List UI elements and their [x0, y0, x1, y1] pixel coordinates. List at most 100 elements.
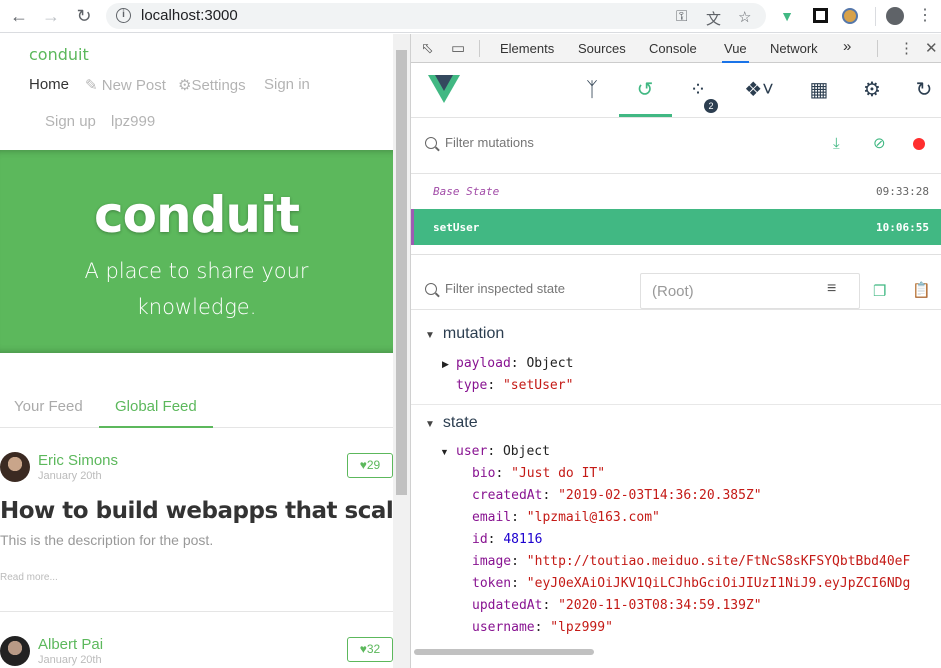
collapse-arrow-icon[interactable]: ▼ [440, 447, 449, 457]
nav-settings[interactable]: ⚙Settings [178, 76, 246, 94]
search-icon [425, 137, 437, 149]
filter-mutations-input[interactable] [445, 135, 745, 150]
inspect-element-icon[interactable]: ⬁ [421, 39, 434, 57]
mutation-name: setUser [433, 221, 480, 234]
forward-arrow-icon[interactable]: → [40, 5, 62, 27]
reload-icon[interactable]: ↻ [73, 5, 95, 27]
article-title[interactable]: How to build webapps that scale [0, 498, 393, 524]
app-viewport: conduit Home ✎ New Post ⚙Settings Sign i… [0, 34, 393, 668]
menu-dots-icon[interactable]: ⋮ [915, 6, 935, 26]
profile-avatar-icon[interactable] [885, 6, 905, 26]
horizontal-scrollbar[interactable] [414, 649, 594, 655]
browser-toolbar: ← → ↻ i localhost:3000 ⚿ 文 ☆ ▼ ⋮ [0, 0, 941, 33]
favorite-button[interactable]: ♥32 [347, 637, 393, 662]
tab-sources[interactable]: Sources [578, 41, 626, 56]
vue-logo-icon [428, 75, 460, 103]
refresh-icon[interactable]: ↻ [909, 77, 939, 103]
state-field-createdAt: createdAt: "2019-02-03T14:36:20.385Z" [472, 488, 762, 503]
nav-sign-up[interactable]: Sign up [45, 113, 96, 130]
devtools-panel: ⬁ ▭ Elements Sources Console Vue Network… [410, 34, 941, 668]
tab-elements[interactable]: Elements [500, 41, 554, 56]
article-divider [0, 611, 393, 612]
heart-icon: ♥ [359, 458, 367, 472]
extension-square-icon[interactable] [810, 6, 830, 26]
nav-sign-in[interactable]: Sign in [264, 76, 310, 93]
copy-icon[interactable]: ❐ [873, 282, 886, 300]
state-field-image: image: "http://toutiao.meiduo.site/FtNcS… [472, 554, 911, 569]
translate-icon[interactable]: 文 [706, 8, 721, 29]
edit-icon: ✎ [85, 77, 98, 94]
state-field-bio: bio: "Just do IT" [472, 466, 606, 481]
author-avatar[interactable] [0, 636, 30, 666]
type-entry: type: "setUser" [456, 378, 574, 393]
nav-home[interactable]: Home [29, 76, 69, 93]
expand-arrow-icon[interactable]: ▶ [442, 359, 449, 370]
state-field-token: token: "eyJ0eXAiOiJKV1QiLCJhbGciOiJIUzI1… [472, 576, 911, 591]
filter-lines-icon: ≡ [827, 280, 837, 297]
mutation-section-header[interactable]: ▼ mutation [425, 325, 504, 343]
gear-icon: ⚙ [178, 77, 192, 94]
banner-tagline: A place to share your knowledge. [84, 259, 309, 319]
settings-icon[interactable]: ⚙ [857, 77, 887, 103]
device-toolbar-icon[interactable]: ▭ [451, 39, 465, 57]
filter-state-input[interactable] [445, 281, 630, 296]
collapse-arrow-icon: ▼ [425, 330, 435, 341]
author-name[interactable]: Albert Pai [38, 636, 103, 653]
state-section-header[interactable]: ▼ state [425, 414, 478, 432]
vue-devtools-extension-icon[interactable]: ▼ [777, 6, 797, 26]
payload-entry[interactable]: payload: Object [456, 356, 573, 371]
mutation-row-selected[interactable]: setUser 10:06:55 [411, 209, 941, 245]
tab-console[interactable]: Console [649, 41, 697, 56]
mutation-time: 09:33:28 [876, 185, 929, 198]
state-field-updatedAt: updatedAt: "2020-11-03T08:34:59.139Z" [472, 598, 762, 613]
tab-global-feed[interactable]: Global Feed [99, 398, 213, 428]
root-select[interactable]: (Root) ≡ [640, 273, 860, 309]
devtools-menu-icon[interactable]: ⋮ [899, 39, 914, 57]
routing-dropdown-icon[interactable]: ❖˅ [736, 77, 782, 103]
performance-icon[interactable]: ▦ [804, 77, 834, 103]
toolbar-divider [875, 7, 876, 26]
heart-icon: ♥ [359, 642, 367, 656]
close-devtools-icon[interactable]: ✕ [925, 39, 938, 57]
extension-face-icon[interactable] [840, 6, 860, 26]
favorite-button[interactable]: ♥29 [347, 453, 393, 478]
article-description: This is the description for the post. [0, 532, 214, 548]
active-tab-indicator [619, 114, 672, 117]
star-icon[interactable]: ☆ [738, 8, 751, 26]
record-icon[interactable] [913, 138, 925, 150]
paste-icon[interactable]: 📋 [912, 281, 931, 299]
brand-logo[interactable]: conduit [29, 45, 89, 64]
download-icon[interactable]: ⤓ [833, 135, 840, 152]
nav-username[interactable]: lpz999 [111, 113, 155, 130]
mutation-filter-bar: ⤓ ⊘ [411, 118, 941, 174]
author-name[interactable]: Eric Simons [38, 452, 118, 469]
author-avatar[interactable] [0, 452, 30, 482]
state-field-username: username: "lpz999" [472, 620, 613, 635]
url-text[interactable]: localhost:3000 [141, 7, 238, 24]
vuex-history-icon[interactable]: ↺ [630, 77, 660, 103]
section-separator [411, 404, 941, 405]
key-icon[interactable]: ⚿ [676, 8, 687, 25]
clear-icon[interactable]: ⊘ [873, 134, 886, 152]
tab-your-feed[interactable]: Your Feed [14, 398, 83, 426]
info-icon[interactable]: i [116, 8, 131, 23]
back-arrow-icon[interactable]: ← [8, 5, 30, 27]
tab-vue[interactable]: Vue [722, 41, 749, 63]
more-tabs-icon[interactable]: » [843, 38, 851, 55]
devtools-tab-bar: ⬁ ▭ Elements Sources Console Vue Network… [411, 34, 941, 63]
nav-new-post[interactable]: ✎ New Post [85, 76, 166, 94]
components-icon[interactable]: ᛉ [577, 77, 607, 103]
state-field-email: email: "lpzmail@163.com" [472, 510, 660, 525]
read-more-link[interactable]: Read more... [0, 572, 58, 583]
feed-toggle: Your Feed Global Feed [0, 391, 393, 428]
mutation-name: Base State [433, 185, 500, 198]
user-entry[interactable]: user: Object [456, 444, 550, 459]
page-scrollbar[interactable] [393, 34, 410, 668]
hero-banner: conduit A place to share your knowledge. [0, 150, 393, 353]
scrollbar-thumb[interactable] [396, 50, 407, 495]
address-bar[interactable]: i localhost:3000 ⚿ 文 ☆ [106, 3, 766, 29]
tab-network[interactable]: Network [770, 41, 818, 56]
search-icon [425, 283, 437, 295]
mutation-row[interactable]: Base State 09:33:28 [411, 173, 941, 209]
banner-title: conduit [93, 186, 300, 244]
